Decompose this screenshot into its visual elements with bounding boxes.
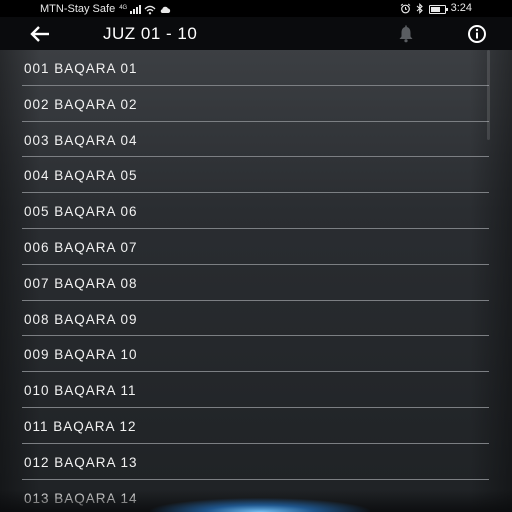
signal-icon: [130, 5, 142, 15]
list-item[interactable]: 011 BAQARA 12: [22, 408, 489, 444]
alarm-icon: [400, 3, 410, 14]
list-item-label: 010 BAQARA 11: [24, 383, 137, 399]
scrollbar[interactable]: [487, 50, 490, 140]
list-item-label: 006 BAQARA 07: [24, 239, 138, 255]
list-item-label: 011 BAQARA 12: [24, 418, 137, 434]
list-item-label: 007 BAQARA 08: [24, 275, 138, 291]
list-item-label: 012 BAQARA 13: [24, 454, 138, 470]
list-item[interactable]: 006 BAQARA 07: [22, 229, 489, 265]
list-item[interactable]: 002 BAQARA 02: [22, 86, 489, 122]
app-screen: MTN-Stay Safe 4G 3:24 JUZ 01 - 10 001 BA…: [0, 0, 512, 512]
list-item-label: 008 BAQARA 09: [24, 311, 138, 327]
list-item-label: 003 BAQARA 04: [24, 132, 138, 148]
list-item[interactable]: 005 BAQARA 06: [22, 193, 489, 229]
battery-icon: [428, 4, 448, 14]
info-icon[interactable]: [467, 24, 487, 44]
list-item-label: 002 BAQARA 02: [24, 96, 138, 112]
list-item[interactable]: 008 BAQARA 09: [22, 301, 489, 337]
list-item[interactable]: 001 BAQARA 01: [22, 50, 489, 86]
list-item[interactable]: 007 BAQARA 08: [22, 265, 489, 301]
cloud-icon: [160, 6, 171, 14]
back-arrow-icon[interactable]: [28, 23, 52, 45]
list-item-label: 004 BAQARA 05: [24, 168, 138, 184]
list-item[interactable]: 003 BAQARA 04: [22, 122, 489, 158]
wifi-icon: [144, 5, 156, 15]
juz-list: 001 BAQARA 01 002 BAQARA 02 003 BAQARA 04 0…: [22, 50, 489, 512]
status-time: 3:24: [450, 2, 472, 14]
list-item-label: 001 BAQARA 01: [24, 61, 138, 76]
status-right: 3:24: [400, 0, 472, 17]
list-item-label: 005 BAQARA 06: [24, 204, 138, 220]
list-item[interactable]: 009 BAQARA 10: [22, 336, 489, 373]
bluetooth-icon: [416, 3, 423, 14]
status-bar: MTN-Stay Safe 4G 3:24: [0, 0, 512, 17]
bell-icon[interactable]: [396, 25, 416, 43]
juz-list-area[interactable]: 001 BAQARA 01 002 BAQARA 02 003 BAQARA 04 0…: [0, 50, 512, 512]
list-item[interactable]: 004 BAQARA 05: [22, 157, 489, 194]
page-title: JUZ 01 - 10: [103, 24, 198, 43]
carrier-name: MTN-Stay Safe: [40, 3, 116, 16]
list-item[interactable]: 010 BAQARA 11: [22, 372, 489, 408]
app-bar: JUZ 01 - 10: [0, 17, 512, 50]
list-item-label: 009 BAQARA 10: [24, 347, 138, 363]
list-item[interactable]: 012 BAQARA 13: [22, 444, 489, 480]
bottom-glow: [150, 498, 370, 512]
